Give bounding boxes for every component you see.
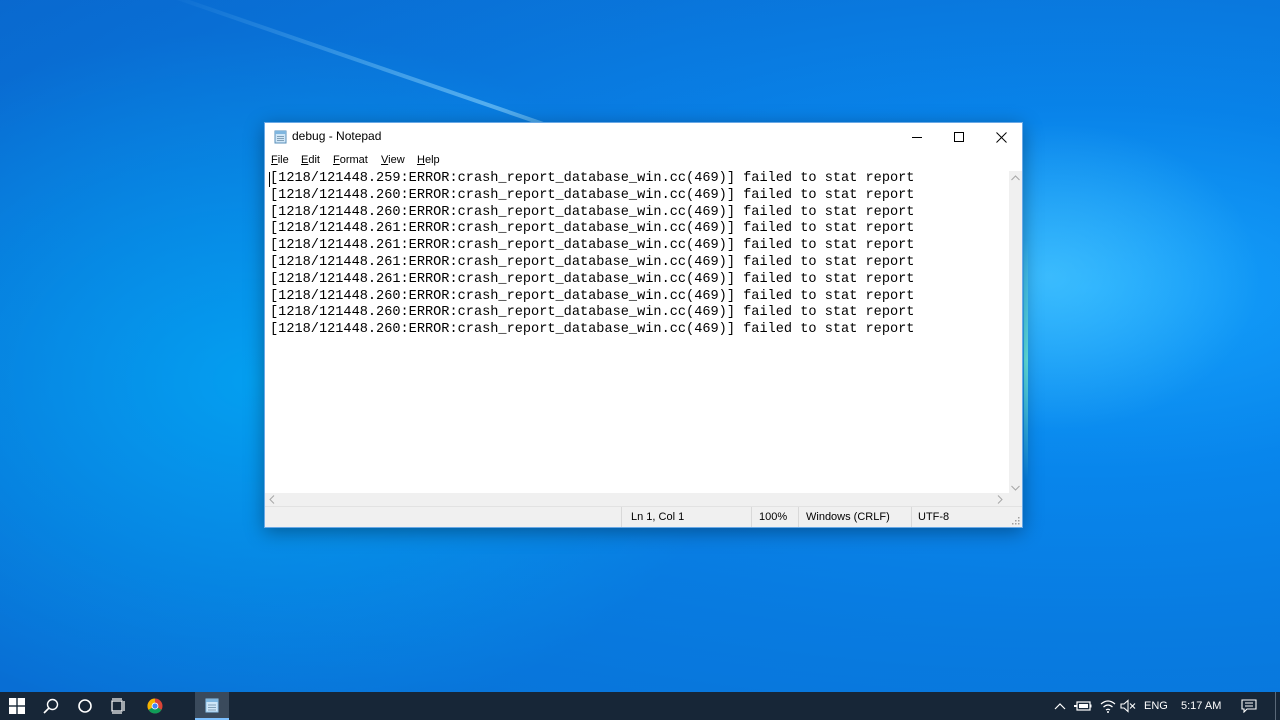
- text-line: [1218/121448.260:ERROR:crash_report_data…: [270, 204, 915, 220]
- horizontal-scrollbar[interactable]: [265, 493, 1009, 506]
- action-center-button[interactable]: [1236, 692, 1262, 720]
- text-line: [1218/121448.259:ERROR:crash_report_data…: [270, 171, 915, 186]
- taskbar: ENG 5:17 AM: [0, 692, 1280, 720]
- show-desktop-divider[interactable]: [1275, 692, 1276, 720]
- maximize-button[interactable]: [937, 123, 981, 151]
- scroll-right-icon[interactable]: [997, 495, 1003, 506]
- menu-bar: File Edit Format View Help: [265, 151, 1022, 171]
- menu-format[interactable]: Format: [333, 154, 368, 166]
- vertical-scrollbar[interactable]: [1009, 171, 1022, 493]
- text-line: [1218/121448.261:ERROR:crash_report_data…: [270, 221, 915, 237]
- desktop-light-edge: [1024, 240, 1028, 480]
- close-button[interactable]: [979, 123, 1023, 151]
- notepad-window: debug - Notepad File Edit Format View He…: [264, 122, 1023, 528]
- text-line: [1218/121448.261:ERROR:crash_report_data…: [270, 238, 915, 254]
- menu-file[interactable]: File: [271, 154, 289, 166]
- battery-tray-button[interactable]: [1072, 692, 1094, 720]
- volume-muted-icon: [1120, 699, 1136, 713]
- maximize-icon: [954, 132, 964, 142]
- text-line: [1218/121448.260:ERROR:crash_report_data…: [270, 187, 915, 203]
- task-view-icon: [111, 698, 125, 714]
- window-title: debug - Notepad: [292, 129, 382, 143]
- text-line: [1218/121448.260:ERROR:crash_report_data…: [270, 322, 915, 338]
- scrollbar-corner: [1009, 493, 1022, 506]
- cortana-button[interactable]: [68, 692, 102, 720]
- encoding: UTF-8: [918, 511, 950, 523]
- line-endings: Windows (CRLF): [806, 511, 890, 523]
- notification-icon: [1241, 699, 1257, 713]
- status-separator: [621, 507, 622, 527]
- chrome-icon: [147, 698, 163, 714]
- text-line: [1218/121448.261:ERROR:crash_report_data…: [270, 254, 915, 270]
- network-tray-button[interactable]: [1097, 692, 1119, 720]
- volume-tray-button[interactable]: [1118, 692, 1138, 720]
- text-line: [1218/121448.261:ERROR:crash_report_data…: [270, 271, 915, 287]
- notepad-taskbar-button[interactable]: [195, 692, 229, 720]
- notepad-icon: [205, 698, 219, 713]
- start-button[interactable]: [0, 692, 34, 720]
- text-line: [1218/121448.260:ERROR:crash_report_data…: [270, 305, 915, 321]
- minimize-icon: [912, 137, 922, 138]
- menu-help[interactable]: Help: [417, 154, 440, 166]
- text-editor[interactable]: [1218/121448.259:ERROR:crash_report_data…: [265, 171, 1009, 493]
- status-separator: [751, 507, 752, 527]
- text-line: [1218/121448.260:ERROR:crash_report_data…: [270, 288, 915, 304]
- chrome-taskbar-button[interactable]: [138, 692, 172, 720]
- cortana-icon: [78, 699, 92, 713]
- editor-content: [1218/121448.259:ERROR:crash_report_data…: [265, 171, 1009, 339]
- show-hidden-icons-button[interactable]: [1052, 692, 1068, 720]
- search-icon: [43, 698, 59, 714]
- scroll-up-icon[interactable]: [1011, 173, 1020, 183]
- wifi-icon: [1100, 700, 1116, 713]
- minimize-button[interactable]: [895, 123, 939, 151]
- text-caret: [269, 172, 270, 187]
- resize-grip-icon[interactable]: [1010, 515, 1020, 525]
- task-view-button[interactable]: [102, 692, 136, 720]
- close-icon: [995, 131, 1007, 143]
- scroll-down-icon[interactable]: [1011, 483, 1020, 493]
- search-button[interactable]: [34, 692, 68, 720]
- notepad-app-icon: [274, 129, 287, 144]
- cursor-position: Ln 1, Col 1: [631, 511, 685, 523]
- clock-time[interactable]: 5:17 AM: [1181, 692, 1221, 720]
- windows-start-icon: [9, 698, 25, 714]
- battery-icon: [1074, 701, 1092, 711]
- menu-view[interactable]: View: [381, 154, 405, 166]
- menu-edit[interactable]: Edit: [301, 154, 320, 166]
- title-bar[interactable]: debug - Notepad: [265, 123, 1022, 151]
- input-language[interactable]: ENG: [1144, 692, 1168, 720]
- scroll-left-icon[interactable]: [269, 495, 275, 506]
- chevron-up-icon: [1054, 703, 1066, 710]
- status-separator: [798, 507, 799, 527]
- status-bar: Ln 1, Col 1 100% Windows (CRLF) UTF-8: [265, 506, 1022, 527]
- zoom-level: 100%: [759, 511, 788, 523]
- status-separator: [911, 507, 912, 527]
